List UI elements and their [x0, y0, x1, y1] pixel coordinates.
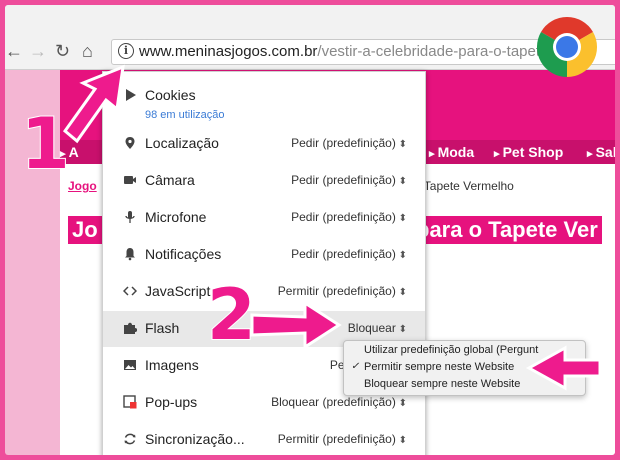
arrow-step1: [62, 64, 125, 144]
annotation-arrows: [62, 64, 602, 391]
screenshot-frame: ← → ↻ ⌂ i www.meninasjogos.com.br/vestir…: [5, 5, 615, 455]
annotation-number: 2: [206, 274, 257, 356]
arrow-step2: [250, 300, 342, 350]
arrow-step3: [525, 345, 602, 391]
annotation-number: 1: [20, 103, 71, 185]
